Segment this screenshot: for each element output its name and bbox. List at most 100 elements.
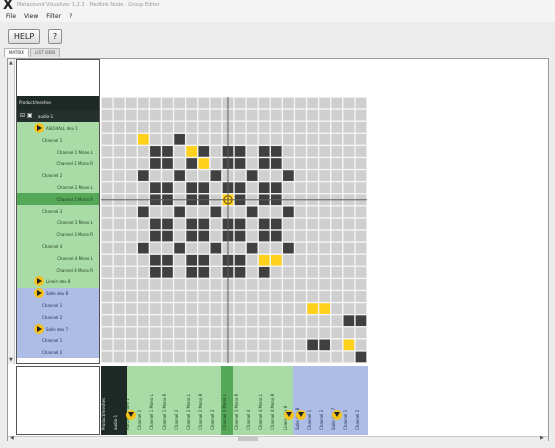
matrix-cell[interactable]: [343, 242, 355, 254]
matrix-cell[interactable]: [246, 158, 258, 169]
matrix-cell[interactable]: [150, 303, 161, 314]
matrix-cell-connected[interactable]: [355, 351, 367, 363]
tree-row[interactable]: Channel 1: [17, 134, 99, 146]
matrix-cell[interactable]: [355, 206, 367, 218]
matrix-cell[interactable]: [307, 315, 318, 327]
matrix-cell[interactable]: [331, 133, 343, 145]
matrix-cell[interactable]: [210, 121, 222, 133]
matrix-cell[interactable]: [331, 339, 343, 351]
matrix-cell[interactable]: [319, 158, 331, 169]
matrix-cell-connected[interactable]: [162, 254, 173, 266]
matrix-cell-connected[interactable]: [162, 158, 173, 169]
matrix-cell[interactable]: [113, 315, 125, 327]
matrix-cell[interactable]: [174, 218, 185, 230]
matrix-cell-connected[interactable]: [234, 230, 246, 242]
matrix-cell[interactable]: [101, 291, 113, 302]
matrix-cell[interactable]: [162, 291, 173, 302]
tree-row[interactable]: Channel 2 Mono R: [17, 192, 99, 205]
matrix-cell[interactable]: [319, 218, 331, 230]
matrix-cell[interactable]: [270, 170, 282, 181]
menu-help[interactable]: ?: [69, 12, 72, 22]
matrix-cell[interactable]: [186, 351, 198, 363]
matrix-cell[interactable]: [113, 291, 125, 302]
matrix-cell[interactable]: [270, 133, 282, 145]
matrix-cell[interactable]: [331, 230, 343, 242]
matrix-cell[interactable]: [186, 109, 198, 121]
matrix-cell[interactable]: [210, 109, 222, 121]
matrix-cell[interactable]: [307, 291, 318, 302]
matrix-cell[interactable]: [331, 254, 343, 266]
matrix-cell[interactable]: [319, 327, 331, 339]
matrix-cell[interactable]: [101, 97, 113, 109]
matrix-cell[interactable]: [234, 339, 246, 351]
matrix-cell[interactable]: [246, 109, 258, 121]
matrix-cell[interactable]: [295, 254, 306, 266]
matrix-cell-connected[interactable]: [270, 230, 282, 242]
matrix-cell[interactable]: [210, 303, 222, 314]
tree-row[interactable]: Channel 4 Mono L: [17, 252, 99, 264]
matrix-cell[interactable]: [113, 242, 125, 254]
tree-row[interactable]: Channel 1 Mono R: [17, 157, 99, 169]
matrix-cell[interactable]: [125, 327, 137, 339]
matrix-cell[interactable]: [246, 327, 258, 339]
matrix-cell[interactable]: [319, 146, 331, 157]
matrix-cell[interactable]: [343, 158, 355, 169]
matrix-cell[interactable]: [113, 146, 125, 157]
matrix-cell-connected[interactable]: [150, 266, 161, 278]
matrix-cell[interactable]: [295, 315, 306, 327]
matrix-cell[interactable]: [101, 170, 113, 181]
matrix-cell[interactable]: [246, 254, 258, 266]
matrix-cell[interactable]: [307, 121, 318, 133]
matrix-cell[interactable]: [198, 339, 210, 351]
matrix-cell[interactable]: [295, 206, 306, 218]
matrix-cell[interactable]: [355, 218, 367, 230]
matrix-cell[interactable]: [343, 97, 355, 109]
matrix-cell[interactable]: [125, 133, 137, 145]
matrix-cell-connected[interactable]: [319, 339, 331, 351]
matrix-cell[interactable]: [343, 182, 355, 194]
matrix-cell[interactable]: [101, 133, 113, 145]
matrix-cell[interactable]: [125, 97, 137, 109]
matrix-cell[interactable]: [113, 351, 125, 363]
matrix-cell-connected[interactable]: [186, 218, 198, 230]
matrix-cell-connected[interactable]: [270, 158, 282, 169]
matrix-cell[interactable]: [270, 242, 282, 254]
matrix-cell[interactable]: [319, 97, 331, 109]
column-label[interactable]: Linein dev 8: [283, 370, 295, 430]
matrix-cell[interactable]: [174, 182, 185, 194]
matrix-cell[interactable]: [101, 109, 113, 121]
matrix-cell[interactable]: [355, 339, 367, 351]
matrix-cell[interactable]: [355, 291, 367, 302]
matrix-cell[interactable]: [331, 351, 343, 363]
matrix-cell[interactable]: [125, 242, 137, 254]
matrix-cell[interactable]: [113, 218, 125, 230]
matrix-cell[interactable]: [101, 218, 113, 230]
matrix-cell[interactable]: [307, 182, 318, 194]
matrix-cell[interactable]: [319, 182, 331, 194]
column-label[interactable]: Channel 1 Mono L: [149, 370, 161, 430]
tree-row[interactable]: Linein dev 8: [17, 275, 99, 287]
matrix-cell[interactable]: [319, 315, 331, 327]
matrix-cell[interactable]: [198, 351, 210, 363]
matrix-cell[interactable]: [210, 133, 222, 145]
matrix-cell[interactable]: [113, 266, 125, 278]
matrix-cell-connected[interactable]: [186, 266, 198, 278]
matrix-cell[interactable]: [355, 266, 367, 278]
tree-row[interactable]: Channel 2: [17, 311, 99, 323]
tab-matrix[interactable]: MATRIX: [4, 48, 30, 57]
matrix-cell[interactable]: [283, 109, 294, 121]
column-label[interactable]: Channel 2: [355, 370, 367, 430]
matrix-cell[interactable]: [113, 206, 125, 218]
matrix-cell[interactable]: [198, 97, 210, 109]
matrix-cell[interactable]: [343, 230, 355, 242]
matrix-cell[interactable]: [270, 279, 282, 290]
matrix-cell[interactable]: [270, 109, 282, 121]
matrix-cell[interactable]: [234, 170, 246, 181]
matrix-cell[interactable]: [319, 266, 331, 278]
matrix-cell-highlighted[interactable]: [319, 303, 331, 314]
matrix-cell[interactable]: [283, 303, 294, 314]
matrix-cell[interactable]: [258, 291, 270, 302]
matrix-cell-connected[interactable]: [234, 218, 246, 230]
matrix-cell-highlighted[interactable]: [198, 158, 210, 169]
menu-filter[interactable]: Filter: [46, 12, 61, 22]
